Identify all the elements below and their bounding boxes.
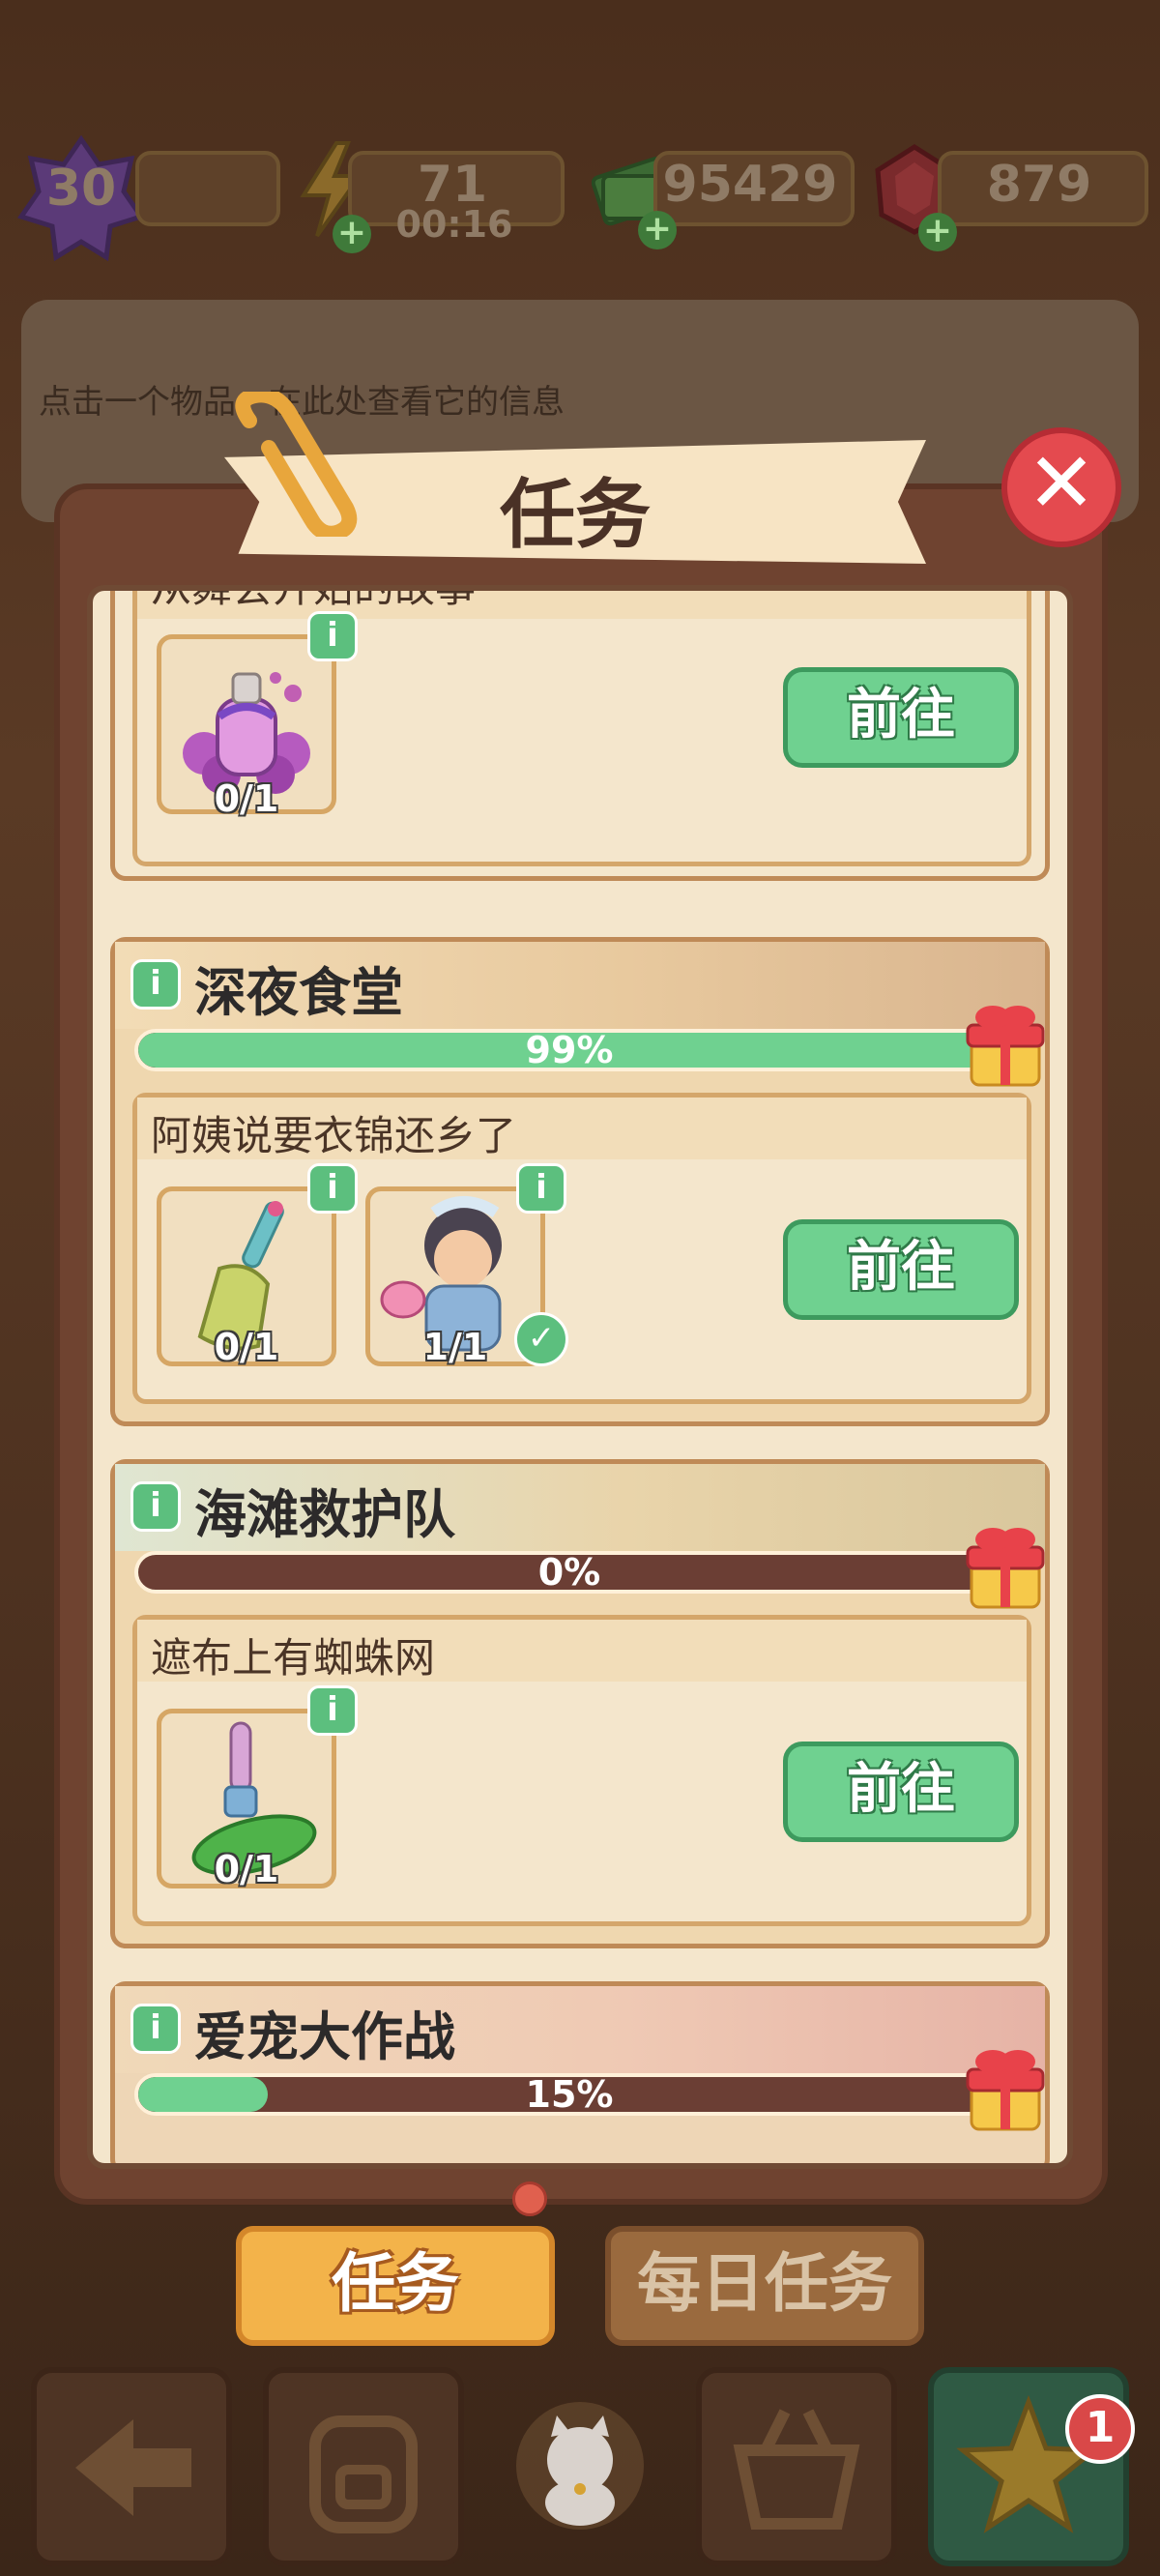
check-icon: ✓ [514, 1312, 568, 1366]
section-title: 海滩救护队 [194, 1484, 455, 1545]
task-section: i 爱宠大作战 15% [110, 1981, 1050, 2163]
section-info-button[interactable]: i [130, 959, 181, 1010]
task-list[interactable]: 从舞会开始的故事 i 0/1 前往 i 深夜食堂 99% 阿姨说要衣锦还乡了 i… [87, 585, 1073, 2169]
gift-icon[interactable] [964, 996, 1047, 1089]
add-gems-button[interactable]: + [918, 213, 957, 251]
item-info-button[interactable]: i [307, 1163, 358, 1214]
section-progress-bar: 99% [134, 1029, 1004, 1071]
backpack-icon [309, 2415, 418, 2533]
section-progress-bar: 0% [134, 1551, 1004, 1594]
task-card: 阿姨说要衣锦还乡了 i 0/1 i 1/1 ✓ 前往 [132, 1093, 1031, 1404]
go-button[interactable]: 前往 [783, 667, 1019, 768]
task-section: i 深夜食堂 99% 阿姨说要衣锦还乡了 i 0/1 i 1/1 ✓ 前往 [110, 937, 1050, 1426]
back-arrow-icon [75, 2419, 191, 2516]
section-info-button[interactable]: i [130, 1481, 181, 1532]
section-progress-bar: 15% [134, 2073, 1004, 2116]
progress-label: 15% [525, 2073, 614, 2116]
item-count: 0/1 [214, 1326, 279, 1368]
task-title: 从舞会开始的故事 [151, 585, 477, 611]
top-bar: 30 71 + 00:16 95429 + 879 + [0, 134, 1160, 262]
task-section: i 海滩救护队 0% 遮布上有蜘蛛网 i 0/1 前往 [110, 1459, 1050, 1948]
page-indicator-dot [512, 2181, 547, 2216]
section-info-button[interactable]: i [130, 2004, 181, 2054]
section-title: 深夜食堂 [194, 962, 403, 1023]
item-info-button[interactable]: i [307, 1685, 358, 1736]
task-card: 遮布上有蜘蛛网 i 0/1 前往 [132, 1615, 1031, 1926]
item-count: 0/1 [214, 777, 279, 820]
level-progress-bar [135, 151, 280, 226]
go-button[interactable]: 前往 [783, 1219, 1019, 1320]
close-button[interactable]: ✕ [1001, 427, 1121, 547]
add-cash-button[interactable]: + [638, 211, 677, 249]
gift-icon[interactable] [964, 1518, 1047, 1611]
tab-daily-tasks[interactable]: 每日任务 [605, 2226, 924, 2346]
tab-tasks[interactable]: 任务 [236, 2226, 555, 2346]
task-card: 从舞会开始的故事 i 0/1 前往 [132, 585, 1031, 866]
basket-icon [733, 2409, 860, 2530]
level-value: 30 [45, 160, 117, 218]
item-count: 0/1 [214, 1848, 279, 1890]
progress-label: 0% [537, 1551, 601, 1594]
notification-badge: 1 [1065, 2394, 1135, 2464]
backpack-button[interactable] [263, 2367, 464, 2566]
gem-value: 879 [986, 156, 1092, 214]
task-title: 遮布上有蜘蛛网 [151, 1634, 436, 1682]
task-section: 从舞会开始的故事 i 0/1 前往 [110, 585, 1050, 881]
add-energy-button[interactable]: + [333, 215, 371, 253]
paperclip-icon [235, 392, 358, 537]
gift-icon[interactable] [964, 2040, 1047, 2133]
item-info-button[interactable]: i [516, 1163, 566, 1214]
task-title: 阿姨说要衣锦还乡了 [151, 1112, 517, 1159]
progress-label: 99% [525, 1029, 614, 1071]
shop-basket-button[interactable] [696, 2367, 897, 2566]
item-info-button[interactable]: i [307, 611, 358, 661]
lucky-cat-icon[interactable] [512, 2398, 648, 2533]
energy-timer: 00:16 [395, 203, 513, 246]
cash-value: 95429 [662, 156, 838, 214]
back-button[interactable] [31, 2367, 232, 2566]
section-title: 爱宠大作战 [194, 2006, 455, 2067]
go-button[interactable]: 前往 [783, 1742, 1019, 1842]
